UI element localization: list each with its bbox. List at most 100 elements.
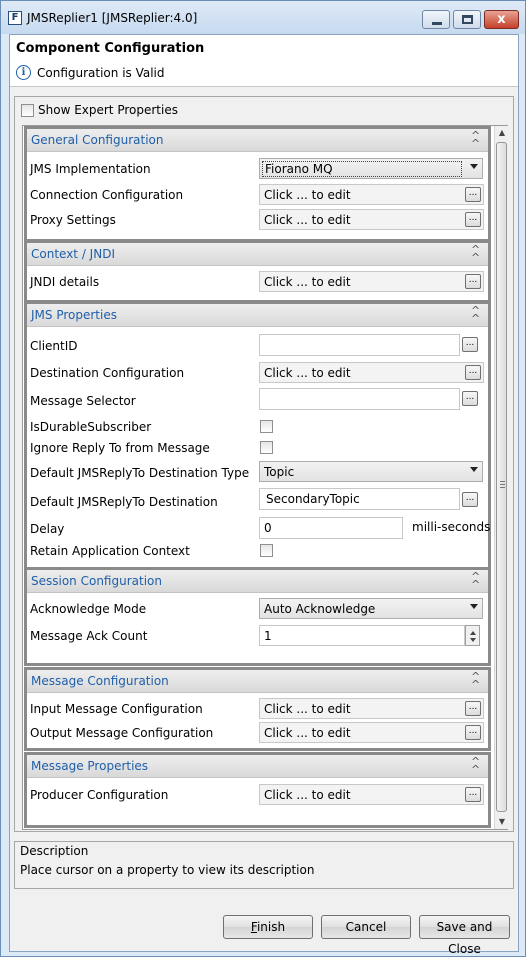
cancel-button[interactable]: Cancel [321,915,411,939]
ellipsis-button[interactable]: ... [465,212,481,227]
property-label: Message Selector [30,394,136,408]
field-value: Click ... to edit [264,702,351,716]
vertical-scrollbar[interactable]: ▲ ▼ [494,126,508,829]
producer-configuration-field[interactable]: Click ... to edit ... [259,784,484,805]
destination-configuration-field[interactable]: Click ... to edit ... [259,362,484,383]
ellipsis-button[interactable]: ... [462,391,478,406]
field-value: Click ... to edit [264,366,351,380]
title-bar[interactable]: F JMSReplier1 [JMSReplier:4.0] x [1,1,525,34]
message-ack-count-input[interactable]: 1 [259,625,465,646]
save-and-close-button[interactable]: Save and Close [419,915,510,956]
app-icon: F [8,11,22,25]
dropdown-arrow-icon [470,164,478,169]
proxy-settings-field[interactable]: Click ... to edit ... [259,209,484,230]
section-message-properties: Message Properties ^ ^ Producer Configura… [24,752,491,828]
section-title: JMS Properties [31,308,117,322]
section-header-session[interactable]: Session Configuration ^ ^ [27,570,488,593]
ellipsis-button[interactable]: ... [465,787,481,802]
acknowledge-mode-select[interactable]: Auto Acknowledge [259,598,483,619]
input-message-configuration-field[interactable]: Click ... to edit ... [259,698,484,719]
reply-to-destination-type-select[interactable]: Topic [259,461,483,482]
property-label: Ignore Reply To from Message [30,441,210,455]
collapse-chevron-icon[interactable]: ^ ^ [471,571,480,590]
select-value: Fiorano MQ [262,161,462,177]
jndi-details-field[interactable]: Click ... to edit ... [259,271,484,292]
property-label: Input Message Configuration [30,702,203,716]
output-message-configuration-field[interactable]: Click ... to edit ... [259,722,484,743]
ellipsis-button[interactable]: ... [465,701,481,716]
description-panel: Description Place cursor on a property t… [14,841,514,889]
collapse-chevron-icon[interactable]: ^ ^ [471,244,480,263]
message-selector-input[interactable] [259,388,460,410]
show-expert-checkbox[interactable] [21,104,34,117]
section-header-message[interactable]: Message Configuration ^ ^ [27,670,488,693]
description-title: Description [20,844,89,858]
minimize-button[interactable] [422,10,450,29]
ellipsis-button[interactable]: ... [465,365,481,380]
property-label: Message Ack Count [30,629,148,643]
property-label: JNDI details [30,275,100,289]
collapse-chevron-icon[interactable]: ^ ^ [471,305,480,324]
retain-application-context-checkbox[interactable] [260,544,273,557]
dropdown-arrow-icon [470,467,478,472]
scroll-down-icon[interactable]: ▼ [495,815,509,829]
field-value: Click ... to edit [264,275,351,289]
section-message-configuration: Message Configuration ^ ^ Input Message C… [24,667,491,751]
property-label: Connection Configuration [30,188,184,202]
properties-panel: Show Expert Properties General Configura… [14,96,514,832]
collapse-chevron-icon[interactable]: ^ ^ [471,130,480,149]
scroll-up-icon[interactable]: ▲ [495,126,509,140]
property-label: Proxy Settings [30,213,116,227]
collapse-chevron-icon[interactable]: ^ ^ [471,671,480,690]
finish-label: inish [256,920,286,934]
info-icon: i [16,65,31,80]
section-header-context[interactable]: Context / JNDI ^ ^ [27,243,488,266]
scrollbar-thumb[interactable] [496,142,507,812]
property-label: ClientID [30,339,78,353]
section-jms-properties: JMS Properties ^ ^ ClientID ... Destinati… [24,301,491,571]
header-panel: Component Configuration i Configuration … [10,35,518,87]
section-header-jms[interactable]: JMS Properties ^ ^ [27,304,488,327]
connection-configuration-field[interactable]: Click ... to edit ... [259,184,484,205]
spin-down-icon[interactable] [470,638,476,642]
section-general-configuration: General Configuration ^ ^ JMS Implementat… [24,126,491,242]
section-title: Message Properties [31,759,149,773]
property-label: Default JMSReplyTo Destination [30,495,218,509]
reply-to-destination-input[interactable]: SecondaryTopic [259,488,460,510]
property-label: Retain Application Context [30,544,190,558]
maximize-icon [462,15,473,24]
close-button[interactable]: x [484,10,519,29]
property-label: JMS Implementation [30,162,151,176]
property-label: Delay [30,522,65,536]
ellipsis-button[interactable]: ... [465,274,481,289]
section-header-general[interactable]: General Configuration ^ ^ [27,129,488,152]
property-label: Default JMSReplyTo Destination Type [30,466,250,480]
ellipsis-button[interactable]: ... [462,492,478,507]
delay-input[interactable]: 0 [259,517,403,539]
finish-button[interactable]: Finish [223,915,313,939]
field-value: 0 [264,521,272,535]
field-value: 1 [264,629,272,643]
property-sheet[interactable]: General Configuration ^ ^ JMS Implementat… [22,125,508,830]
maximize-button[interactable] [453,10,481,29]
ellipsis-button[interactable]: ... [462,337,478,352]
field-value: Click ... to edit [264,188,351,202]
ignore-reply-to-checkbox[interactable] [260,441,273,454]
ellipsis-button[interactable]: ... [465,187,481,202]
dialog-content: Component Configuration i Configuration … [9,34,519,956]
ack-count-spinner[interactable] [465,625,480,646]
delay-unit-label: milli-seconds [412,520,491,534]
section-title: Context / JNDI [31,247,115,261]
show-expert-label: Show Expert Properties [38,103,178,117]
property-label: Output Message Configuration [30,726,214,740]
close-icon: x [497,12,506,27]
ellipsis-button[interactable]: ... [465,725,481,740]
client-id-input[interactable] [259,334,460,356]
section-header-properties[interactable]: Message Properties ^ ^ [27,755,488,778]
is-durable-subscriber-checkbox[interactable] [260,420,273,433]
jms-implementation-select[interactable]: Fiorano MQ [259,158,483,179]
section-title: Message Configuration [31,674,169,688]
collapse-chevron-icon[interactable]: ^ ^ [471,756,480,775]
spin-up-icon[interactable] [470,631,476,635]
dialog-window: F JMSReplier1 [JMSReplier:4.0] x Compone… [0,0,526,957]
